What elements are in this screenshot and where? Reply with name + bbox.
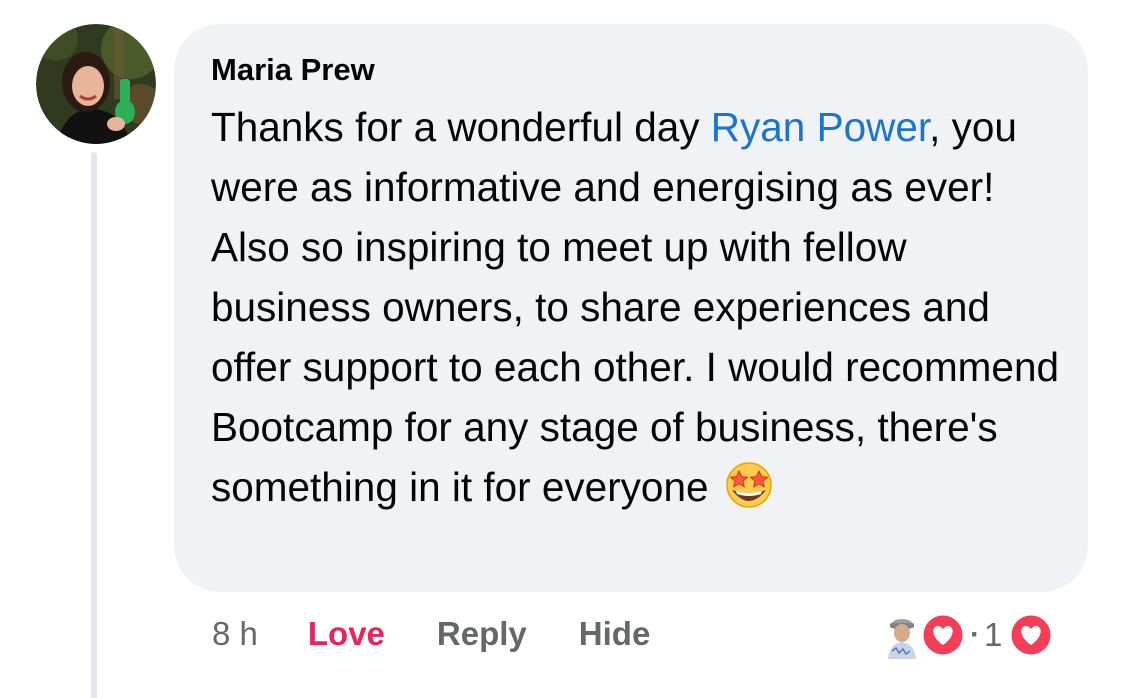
mention-link[interactable]: Ryan Power	[711, 104, 929, 150]
love-heart-icon	[1008, 612, 1054, 658]
comment-thread: Maria Prew Thanks for a wonderful day Ry…	[0, 0, 1125, 698]
love-button[interactable]: Love	[308, 615, 385, 653]
star-struck-emoji	[724, 460, 774, 510]
reaction-summary[interactable]: · 1	[884, 608, 1054, 662]
comment-timestamp[interactable]: 8 h	[212, 615, 258, 653]
reaction-count: 1	[984, 616, 1003, 653]
comment-text-rest: , you were as informative and energising…	[211, 104, 1059, 510]
reactor-avatar	[884, 611, 920, 659]
love-heart-icon	[920, 612, 966, 658]
author-avatar[interactable]	[36, 24, 156, 144]
thread-connector-line	[91, 152, 97, 698]
reaction-separator: ·	[970, 618, 980, 651]
comment-text-start: Thanks for a wonderful day	[211, 104, 711, 150]
author-name[interactable]: Maria Prew	[211, 50, 375, 90]
comment-body: Thanks for a wonderful day Ryan Power, y…	[211, 97, 1071, 517]
comment-actions: 8 h Love Reply Hide	[212, 612, 650, 656]
comment-bubble: Maria Prew Thanks for a wonderful day Ry…	[174, 24, 1088, 592]
reply-button[interactable]: Reply	[437, 615, 527, 653]
hide-button[interactable]: Hide	[579, 615, 651, 653]
author-avatar-image	[36, 24, 156, 144]
